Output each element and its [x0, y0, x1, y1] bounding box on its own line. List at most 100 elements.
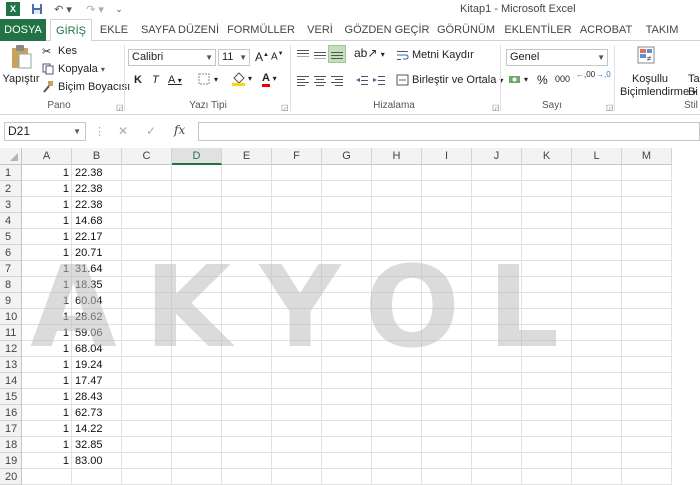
- cell-m[interactable]: [622, 373, 672, 389]
- cell-k[interactable]: [522, 421, 572, 437]
- cell-h[interactable]: [372, 213, 422, 229]
- cell-m[interactable]: [622, 197, 672, 213]
- tab-formulas[interactable]: FORMÜLLER: [226, 19, 296, 41]
- tab-review[interactable]: GÖZDEN GEÇİR: [344, 19, 430, 41]
- cell-a[interactable]: 1: [22, 437, 72, 453]
- column-header-f[interactable]: F: [272, 148, 322, 165]
- cell-f[interactable]: [272, 261, 322, 277]
- cell-l[interactable]: [572, 277, 622, 293]
- cell-g[interactable]: [322, 309, 372, 325]
- cell-e[interactable]: [222, 245, 272, 261]
- cell-e[interactable]: [222, 277, 272, 293]
- cell-j[interactable]: [472, 293, 522, 309]
- name-box[interactable]: D21 ▼: [4, 122, 86, 141]
- cell-a[interactable]: 1: [22, 453, 72, 469]
- cell-l[interactable]: [572, 453, 622, 469]
- cell-a[interactable]: 1: [22, 181, 72, 197]
- row-header[interactable]: 20: [0, 469, 22, 485]
- increase-decimal-button[interactable]: ←,00: [576, 71, 595, 79]
- column-header-h[interactable]: H: [372, 148, 422, 165]
- cell-j[interactable]: [472, 469, 522, 485]
- cell-b[interactable]: 18.35: [72, 277, 122, 293]
- cell-k[interactable]: [522, 437, 572, 453]
- cell-h[interactable]: [372, 373, 422, 389]
- cell-d[interactable]: [172, 261, 222, 277]
- fill-color-button[interactable]: ▾: [232, 72, 252, 87]
- cell-d[interactable]: [172, 341, 222, 357]
- cell-k[interactable]: [522, 197, 572, 213]
- cell-e[interactable]: [222, 293, 272, 309]
- cell-b[interactable]: 28.62: [72, 309, 122, 325]
- cell-m[interactable]: [622, 421, 672, 437]
- row-header[interactable]: 5: [0, 229, 22, 245]
- number-format-select[interactable]: Genel ▼: [506, 49, 608, 66]
- cell-d[interactable]: [172, 389, 222, 405]
- cell-d[interactable]: [172, 309, 222, 325]
- cell-h[interactable]: [372, 389, 422, 405]
- cell-m[interactable]: [622, 453, 672, 469]
- cell-i[interactable]: [422, 229, 472, 245]
- cell-h[interactable]: [372, 165, 422, 181]
- cell-h[interactable]: [372, 309, 422, 325]
- cell-f[interactable]: [272, 405, 322, 421]
- cell-f[interactable]: [272, 341, 322, 357]
- cell-g[interactable]: [322, 389, 372, 405]
- cell-e[interactable]: [222, 261, 272, 277]
- cell-e[interactable]: [222, 213, 272, 229]
- select-all-corner[interactable]: [0, 148, 22, 165]
- row-header[interactable]: 17: [0, 421, 22, 437]
- customize-icon[interactable]: ⌄: [114, 2, 124, 16]
- cell-b[interactable]: [72, 469, 122, 485]
- cell-l[interactable]: [572, 389, 622, 405]
- cell-f[interactable]: [272, 213, 322, 229]
- cell-b[interactable]: 14.68: [72, 213, 122, 229]
- cell-k[interactable]: [522, 373, 572, 389]
- cell-a[interactable]: 1: [22, 405, 72, 421]
- cell-l[interactable]: [572, 373, 622, 389]
- decrease-decimal-button[interactable]: →,0: [596, 71, 611, 79]
- cell-g[interactable]: [322, 261, 372, 277]
- cell-c[interactable]: [122, 229, 172, 245]
- cell-m[interactable]: [622, 245, 672, 261]
- align-bottom-button[interactable]: [328, 45, 346, 63]
- cell-b[interactable]: 28.43: [72, 389, 122, 405]
- cell-f[interactable]: [272, 245, 322, 261]
- insert-function-icon[interactable]: fx: [174, 123, 185, 137]
- cell-d[interactable]: [172, 213, 222, 229]
- cell-f[interactable]: [272, 357, 322, 373]
- cell-i[interactable]: [422, 213, 472, 229]
- undo-icon[interactable]: ↶ ▾: [52, 2, 74, 16]
- cell-k[interactable]: [522, 181, 572, 197]
- cell-d[interactable]: [172, 181, 222, 197]
- row-header[interactable]: 9: [0, 293, 22, 309]
- cell-k[interactable]: [522, 325, 572, 341]
- cell-j[interactable]: [472, 325, 522, 341]
- cell-b[interactable]: 14.22: [72, 421, 122, 437]
- cell-k[interactable]: [522, 293, 572, 309]
- percent-button[interactable]: %: [537, 73, 548, 87]
- row-header[interactable]: 14: [0, 373, 22, 389]
- cell-a[interactable]: 1: [22, 325, 72, 341]
- align-center-button[interactable]: [313, 74, 327, 89]
- cell-i[interactable]: [422, 437, 472, 453]
- cell-b[interactable]: 22.38: [72, 197, 122, 213]
- cell-b[interactable]: 62.73: [72, 405, 122, 421]
- cell-m[interactable]: [622, 165, 672, 181]
- cell-d[interactable]: [172, 165, 222, 181]
- cell-i[interactable]: [422, 245, 472, 261]
- cell-e[interactable]: [222, 325, 272, 341]
- cell-g[interactable]: [322, 325, 372, 341]
- cell-h[interactable]: [372, 421, 422, 437]
- cell-h[interactable]: [372, 325, 422, 341]
- cell-i[interactable]: [422, 197, 472, 213]
- cell-j[interactable]: [472, 405, 522, 421]
- cell-e[interactable]: [222, 309, 272, 325]
- cell-m[interactable]: [622, 213, 672, 229]
- cell-g[interactable]: [322, 165, 372, 181]
- column-header-b[interactable]: B: [72, 148, 122, 165]
- cell-j[interactable]: [472, 357, 522, 373]
- cell-g[interactable]: [322, 245, 372, 261]
- cell-b[interactable]: 19.24: [72, 357, 122, 373]
- align-middle-button[interactable]: [313, 49, 327, 64]
- font-name-select[interactable]: Calibri ▼: [128, 49, 216, 66]
